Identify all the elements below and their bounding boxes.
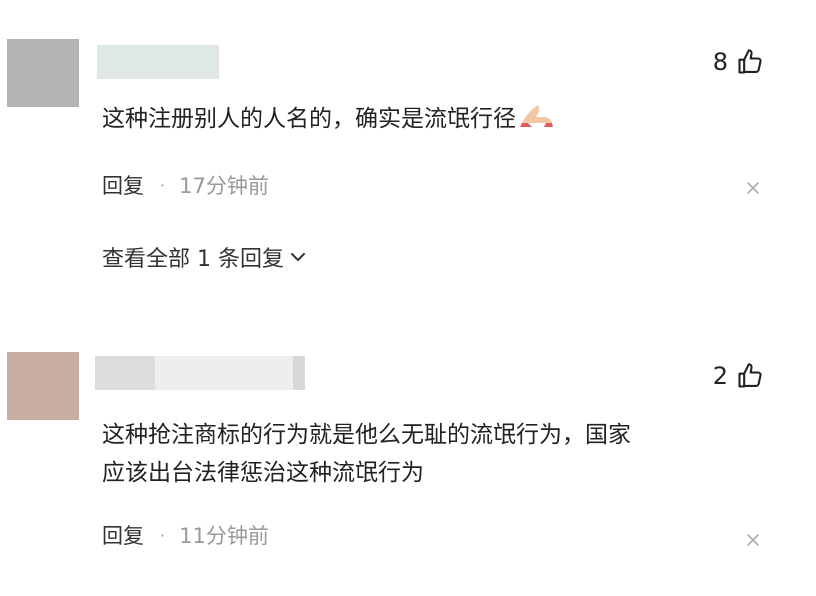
avatar[interactable] [7,352,79,420]
reply-button[interactable]: 回复 [102,170,144,200]
comment-item: 2 这种抢注商标的行为就是他么无耻的流氓行为，国家 应该出台法律惩治这种流氓行为… [0,330,816,596]
thumbs-up-icon [738,363,762,388]
comment-meta: 回复 · 11分钟前 [102,520,269,550]
view-all-replies-link[interactable]: 查看全部 1 条回复 [102,241,306,273]
separator-dot: · [160,525,166,545]
close-icon[interactable] [746,181,760,195]
comment-text: 这种抢注商标的行为就是他么无耻的流氓行为，国家 应该出台法律惩治这种流氓行为 [102,416,762,492]
comment-text: 这种注册别人的人名的，确实是流氓行径 [102,100,762,139]
like-button[interactable]: 2 [713,362,764,390]
like-count: 2 [712,362,728,390]
username-redacted[interactable] [95,356,305,390]
reply-button[interactable]: 回复 [102,520,144,550]
username-redacted[interactable] [97,45,219,79]
chevron-down-icon [290,253,305,261]
thumbs-up-icon [738,49,762,74]
comment-text-line: 应该出台法律惩治这种流氓行为 [102,460,424,486]
like-button[interactable]: 8 [713,48,764,76]
comment-item: 8 这种注册别人的人名的，确实是流氓行径 回复 · 17分钟前 查看全部 1 条… [0,0,816,310]
separator-dot: · [160,175,166,195]
avatar[interactable] [7,39,79,107]
comment-meta: 回复 · 17分钟前 [102,170,269,200]
comment-text-line: 这种抢注商标的行为就是他么无耻的流氓行为，国家 [102,422,631,448]
timestamp: 11分钟前 [179,524,269,548]
praying-hands-emoji [518,101,554,139]
timestamp: 17分钟前 [179,174,269,198]
like-count: 8 [712,48,728,76]
close-icon[interactable] [746,533,760,547]
view-replies-label: 查看全部 1 条回复 [102,247,284,272]
